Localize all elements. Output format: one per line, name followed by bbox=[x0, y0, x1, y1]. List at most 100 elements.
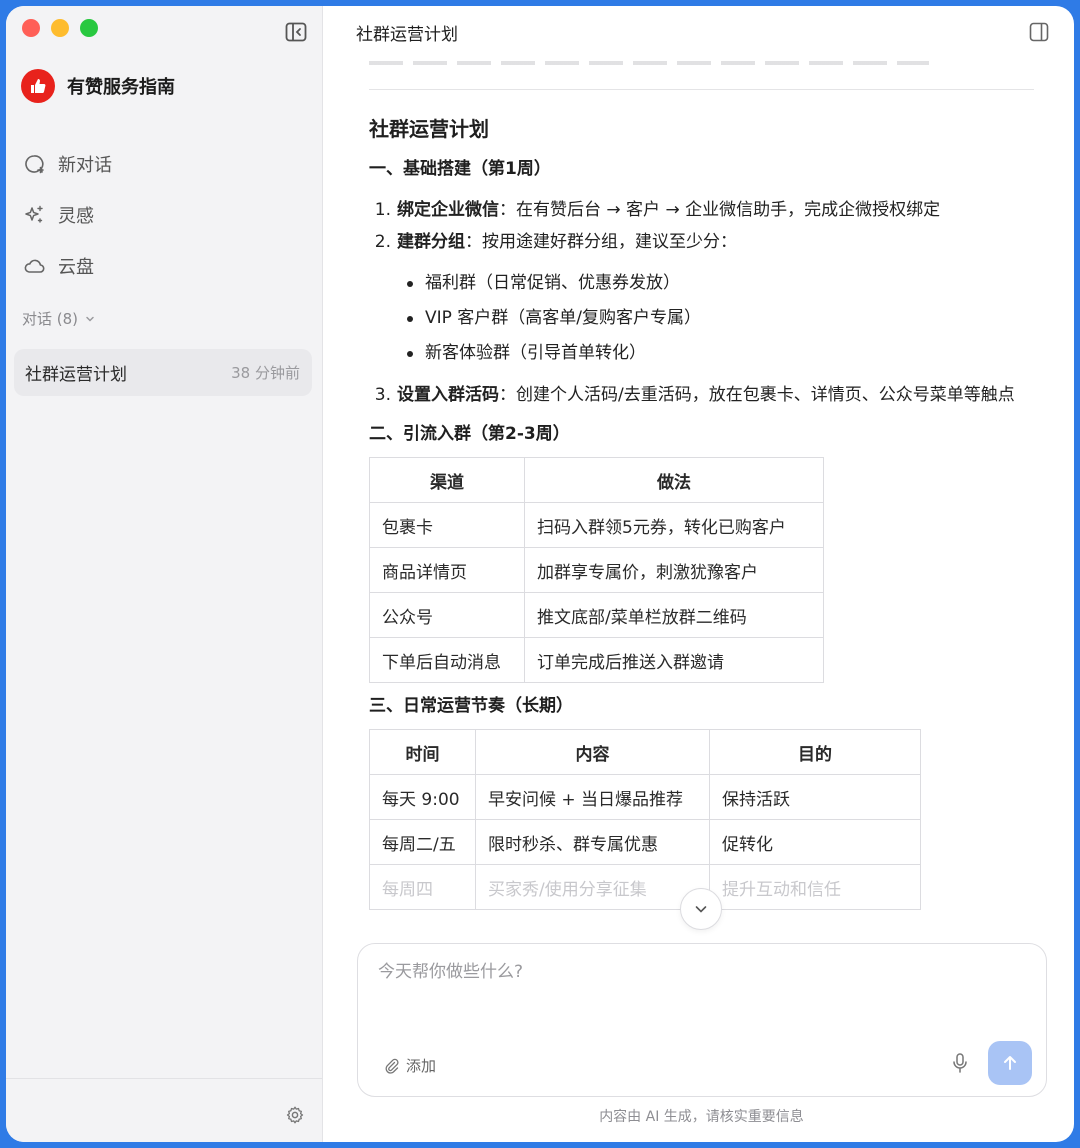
column-header: 时间 bbox=[369, 729, 476, 775]
table-cell: 订单完成后推送入群邀请 bbox=[524, 637, 824, 683]
gear-icon[interactable] bbox=[285, 1105, 305, 1125]
chevron-down-icon bbox=[86, 316, 94, 322]
list-item-bold: 设置入群活码 bbox=[397, 385, 499, 405]
section-label: 对话 (8) bbox=[22, 310, 79, 328]
column-header: 目的 bbox=[709, 729, 921, 775]
ordered-list: 1. 绑定企业微信：在有赞后台 → 客户 → 企业微信助手，完成企微授权绑定 2… bbox=[369, 194, 1039, 411]
list-item-text: ：创建个人活码/去重活码，放在包裹卡、详情页、公众号菜单等触点 bbox=[499, 385, 1015, 405]
table-cell: 限时秒杀、群专属优惠 bbox=[475, 819, 710, 865]
conversation-title: 社群运营计划 bbox=[25, 365, 127, 385]
brand[interactable]: 有赞服务指南 bbox=[21, 69, 175, 103]
table-cell: 公众号 bbox=[369, 592, 525, 638]
divider bbox=[369, 89, 1034, 90]
sparkle-icon bbox=[25, 205, 43, 223]
attach-label: 添加 bbox=[406, 1057, 437, 1075]
conversations-section-toggle[interactable]: 对话 (8) bbox=[22, 308, 96, 329]
table-cell: 扫码入群领5元券，转化已购客户 bbox=[524, 502, 824, 548]
table-row: 每周四 买家秀/使用分享征集 提升互动和信任 bbox=[369, 864, 921, 910]
section-heading: 二、引流入群（第2-3周） bbox=[369, 424, 570, 444]
table-cell: 下单后自动消息 bbox=[369, 637, 525, 683]
main-panel: 社群运营计划 社群运营计划 一、基础搭建（第1周） 1. 绑定企业微信：在有赞后… bbox=[323, 6, 1074, 1142]
conversation-time: 38 分钟前 bbox=[231, 364, 300, 382]
chevron-down-icon bbox=[695, 906, 707, 913]
table-row: 商品详情页 加群享专属价，刺激犹豫客户 bbox=[369, 547, 824, 593]
message-input[interactable] bbox=[378, 962, 938, 982]
table-row: 包裹卡 扫码入群领5元券，转化已购客户 bbox=[369, 502, 824, 548]
sidebar: 有赞服务指南 新对话 灵感 云盘 对话 (8) 社群运营计划 38 分钟前 bbox=[6, 6, 323, 1142]
list-number: 2. bbox=[374, 232, 391, 252]
sidebar-item-inspiration[interactable]: 灵感 bbox=[6, 189, 322, 240]
list-number: 1. bbox=[374, 200, 391, 220]
list-number: 3. bbox=[374, 385, 391, 405]
bullet-item: 福利群（日常促销、优惠券发放） bbox=[407, 266, 1039, 301]
list-item: 3. 设置入群活码：创建个人活码/去重活码，放在包裹卡、详情页、公众号菜单等触点 bbox=[369, 379, 1039, 411]
close-window-button[interactable] bbox=[22, 19, 40, 37]
composer: 添加 bbox=[357, 943, 1047, 1097]
list-item-bold: 绑定企业微信 bbox=[397, 200, 499, 220]
table-cell: 提升互动和信任 bbox=[709, 864, 921, 910]
table-cell: 包裹卡 bbox=[369, 502, 525, 548]
list-item-text: ：在有赞后台 → 客户 → 企业微信助手，完成企微授权绑定 bbox=[499, 200, 941, 220]
table-cell: 每天 9:00 bbox=[369, 774, 476, 820]
zoom-window-button[interactable] bbox=[80, 19, 98, 37]
table-row: 每天 9:00 早安问候 + 当日爆品推荐 保持活跃 bbox=[369, 774, 921, 820]
table-cell: 每周四 bbox=[369, 864, 476, 910]
table-cell: 推文底部/菜单栏放群二维码 bbox=[524, 592, 824, 638]
sidebar-item-cloud-drive[interactable]: 云盘 bbox=[6, 240, 322, 291]
app-window: 有赞服务指南 新对话 灵感 云盘 对话 (8) 社群运营计划 38 分钟前 社群… bbox=[6, 6, 1074, 1142]
table-header-row: 时间 内容 目的 bbox=[369, 729, 921, 775]
panel-toggle-icon[interactable] bbox=[1029, 22, 1049, 42]
list-item-text: ：按用途建好群分组，建议至少分： bbox=[465, 232, 737, 252]
table-cell: 商品详情页 bbox=[369, 547, 525, 593]
brand-name: 有赞服务指南 bbox=[67, 77, 175, 98]
bullet-item: 新客体验群（引导首单转化） bbox=[407, 336, 1039, 371]
minimize-window-button[interactable] bbox=[51, 19, 69, 37]
table-row: 公众号 推文底部/菜单栏放群二维码 bbox=[369, 592, 824, 638]
column-header: 渠道 bbox=[369, 457, 525, 503]
schedule-table: 时间 内容 目的 每天 9:00 早安问候 + 当日爆品推荐 保持活跃 每周二/… bbox=[369, 729, 921, 910]
bullet-item: VIP 客户群（高客单/复购客户专属） bbox=[407, 301, 1039, 336]
ai-disclaimer: 内容由 AI 生成，请核实重要信息 bbox=[599, 1109, 804, 1125]
sidebar-item-new-chat[interactable]: 新对话 bbox=[6, 138, 322, 189]
topbar: 社群运营计划 bbox=[323, 6, 1074, 58]
table-header-row: 渠道 做法 bbox=[369, 457, 824, 503]
clipped-text-line bbox=[369, 57, 929, 66]
page-title: 社群运营计划 bbox=[356, 24, 458, 45]
table-cell: 买家秀/使用分享征集 bbox=[475, 864, 710, 910]
document-title: 社群运营计划 bbox=[369, 117, 489, 141]
sidebar-collapse-icon[interactable] bbox=[285, 22, 307, 42]
thumbs-up-logo-icon bbox=[21, 69, 55, 103]
microphone-icon[interactable] bbox=[950, 1052, 970, 1074]
section-heading: 一、基础搭建（第1周） bbox=[369, 159, 551, 179]
table-cell: 早安问候 + 当日爆品推荐 bbox=[475, 774, 710, 820]
scroll-to-bottom-button[interactable] bbox=[680, 888, 722, 930]
send-button[interactable] bbox=[988, 1041, 1032, 1085]
arrow-up-icon bbox=[1004, 1056, 1016, 1070]
section-heading: 三、日常运营节奏（长期） bbox=[369, 696, 573, 716]
sidebar-item-label: 云盘 bbox=[58, 256, 94, 278]
table-cell: 保持活跃 bbox=[709, 774, 921, 820]
message-content: 社群运营计划 一、基础搭建（第1周） 1. 绑定企业微信：在有赞后台 → 客户 … bbox=[369, 102, 1039, 932]
list-item: 2. 建群分组：按用途建好群分组，建议至少分： bbox=[369, 226, 1039, 258]
sidebar-divider bbox=[6, 1078, 322, 1079]
channels-table: 渠道 做法 包裹卡 扫码入群领5元券，转化已购客户 商品详情页 加群享专属价，刺… bbox=[369, 457, 824, 683]
table-cell: 每周二/五 bbox=[369, 819, 476, 865]
list-item-bold: 建群分组 bbox=[397, 232, 465, 252]
cloud-icon bbox=[24, 259, 45, 273]
table-row: 每周二/五 限时秒杀、群专属优惠 促转化 bbox=[369, 819, 921, 865]
list-item: 1. 绑定企业微信：在有赞后台 → 客户 → 企业微信助手，完成企微授权绑定 bbox=[369, 194, 1039, 226]
table-cell: 加群享专属价，刺激犹豫客户 bbox=[524, 547, 824, 593]
new-chat-icon bbox=[25, 154, 44, 173]
sidebar-item-label: 新对话 bbox=[58, 154, 112, 176]
bullet-list: 福利群（日常促销、优惠券发放） VIP 客户群（高客单/复购客户专属） 新客体验… bbox=[407, 266, 1039, 371]
column-header: 做法 bbox=[524, 457, 824, 503]
sidebar-item-label: 灵感 bbox=[58, 205, 94, 227]
window-controls bbox=[22, 19, 98, 37]
column-header: 内容 bbox=[475, 729, 710, 775]
table-cell: 促转化 bbox=[709, 819, 921, 865]
attach-button[interactable]: 添加 bbox=[384, 1055, 436, 1076]
table-row: 下单后自动消息 订单完成后推送入群邀请 bbox=[369, 637, 824, 683]
conversation-item[interactable]: 社群运营计划 38 分钟前 bbox=[14, 349, 312, 396]
sidebar-nav: 新对话 灵感 云盘 bbox=[6, 138, 322, 291]
paperclip-icon bbox=[385, 1058, 399, 1074]
